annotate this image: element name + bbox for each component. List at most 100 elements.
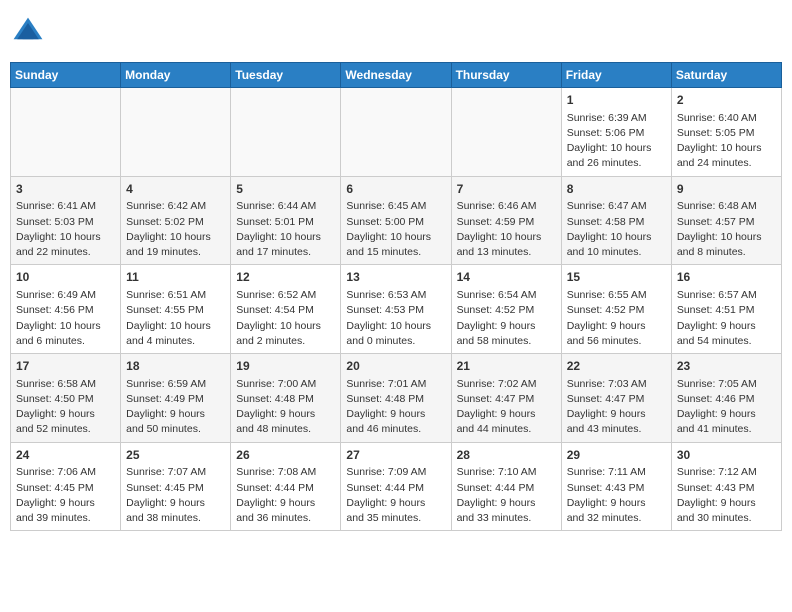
day-info: Sunrise: 7:01 AM Sunset: 4:48 PM Dayligh… [346,377,445,438]
day-info: Sunrise: 6:42 AM Sunset: 5:02 PM Dayligh… [126,199,225,260]
calendar-cell: 17 Sunrise: 6:58 AM Sunset: 4:50 PM Dayli… [11,354,121,443]
day-info: Sunrise: 7:08 AM Sunset: 4:44 PM Dayligh… [236,465,335,526]
calendar-cell: 22 Sunrise: 7:03 AM Sunset: 4:47 PM Dayli… [561,354,671,443]
day-number: 23 [677,358,776,375]
day-info: Sunrise: 7:07 AM Sunset: 4:45 PM Dayligh… [126,465,225,526]
calendar-cell [341,88,451,177]
calendar-cell: 28Sunrise: 7:10 AM Sunset: 4:44 PM Dayli… [451,442,561,531]
day-number: 4 [126,181,225,198]
day-number: 17 [16,358,115,375]
day-number: 25 [126,447,225,464]
day-info: Sunrise: 6:47 AM Sunset: 4:58 PM Dayligh… [567,199,666,260]
calendar-cell: 19Sunrise: 7:00 AM Sunset: 4:48 PM Dayli… [231,354,341,443]
day-number: 12 [236,269,335,286]
calendar-cell: 8Sunrise: 6:47 AM Sunset: 4:58 PM Daylig… [561,176,671,265]
day-info: Sunrise: 6:55 AM Sunset: 4:52 PM Dayligh… [567,288,666,349]
calendar-cell: 24Sunrise: 7:06 AM Sunset: 4:45 PM Dayli… [11,442,121,531]
day-info: Sunrise: 7:12 AM Sunset: 4:43 PM Dayligh… [677,465,776,526]
day-info: Sunrise: 7:05 AM Sunset: 4:46 PM Dayligh… [677,377,776,438]
weekday-header: Sunday [11,63,121,88]
calendar-week-row: 3Sunrise: 6:41 AM Sunset: 5:03 PM Daylig… [11,176,782,265]
calendar-cell: 2 Sunrise: 6:40 AM Sunset: 5:05 PM Daylig… [671,88,781,177]
calendar-cell: 7Sunrise: 6:46 AM Sunset: 4:59 PM Daylig… [451,176,561,265]
day-info: Sunrise: 6:48 AM Sunset: 4:57 PM Dayligh… [677,199,776,260]
calendar-cell: 20 Sunrise: 7:01 AM Sunset: 4:48 PM Dayli… [341,354,451,443]
day-info: Sunrise: 7:02 AM Sunset: 4:47 PM Dayligh… [457,377,556,438]
calendar-cell: 21 Sunrise: 7:02 AM Sunset: 4:47 PM Dayli… [451,354,561,443]
day-number: 30 [677,447,776,464]
day-number: 21 [457,358,556,375]
calendar-cell: 11 Sunrise: 6:51 AM Sunset: 4:55 PM Dayli… [121,265,231,354]
day-info: Sunrise: 6:59 AM Sunset: 4:49 PM Dayligh… [126,377,225,438]
weekday-header: Tuesday [231,63,341,88]
day-info: Sunrise: 6:40 AM Sunset: 5:05 PM Dayligh… [677,111,776,172]
day-number: 18 [126,358,225,375]
weekday-header: Saturday [671,63,781,88]
day-info: Sunrise: 7:11 AM Sunset: 4:43 PM Dayligh… [567,465,666,526]
day-number: 2 [677,92,776,109]
logo-icon [10,14,46,50]
day-info: Sunrise: 6:45 AM Sunset: 5:00 PM Dayligh… [346,199,445,260]
day-number: 15 [567,269,666,286]
day-info: Sunrise: 7:00 AM Sunset: 4:48 PM Dayligh… [236,377,335,438]
day-info: Sunrise: 6:39 AM Sunset: 5:06 PM Dayligh… [567,111,666,172]
calendar-table: SundayMondayTuesdayWednesdayThursdayFrid… [10,62,782,531]
logo [10,14,50,50]
weekday-header: Friday [561,63,671,88]
day-number: 8 [567,181,666,198]
day-number: 1 [567,92,666,109]
calendar-week-row: 10Sunrise: 6:49 AM Sunset: 4:56 PM Dayli… [11,265,782,354]
calendar-cell [231,88,341,177]
day-number: 22 [567,358,666,375]
calendar-cell: 26Sunrise: 7:08 AM Sunset: 4:44 PM Dayli… [231,442,341,531]
day-number: 5 [236,181,335,198]
day-info: Sunrise: 6:54 AM Sunset: 4:52 PM Dayligh… [457,288,556,349]
day-number: 10 [16,269,115,286]
calendar-cell: 9Sunrise: 6:48 AM Sunset: 4:57 PM Daylig… [671,176,781,265]
calendar-cell: 15 Sunrise: 6:55 AM Sunset: 4:52 PM Dayli… [561,265,671,354]
day-info: Sunrise: 6:57 AM Sunset: 4:51 PM Dayligh… [677,288,776,349]
calendar-header-row: SundayMondayTuesdayWednesdayThursdayFrid… [11,63,782,88]
calendar-cell: 4Sunrise: 6:42 AM Sunset: 5:02 PM Daylig… [121,176,231,265]
weekday-header: Wednesday [341,63,451,88]
day-number: 24 [16,447,115,464]
day-info: Sunrise: 7:03 AM Sunset: 4:47 PM Dayligh… [567,377,666,438]
day-info: Sunrise: 6:52 AM Sunset: 4:54 PM Dayligh… [236,288,335,349]
day-number: 7 [457,181,556,198]
day-number: 3 [16,181,115,198]
day-number: 6 [346,181,445,198]
day-info: Sunrise: 6:46 AM Sunset: 4:59 PM Dayligh… [457,199,556,260]
calendar-cell: 14 Sunrise: 6:54 AM Sunset: 4:52 PM Dayli… [451,265,561,354]
calendar-cell: 18 Sunrise: 6:59 AM Sunset: 4:49 PM Dayli… [121,354,231,443]
calendar-cell: 16Sunrise: 6:57 AM Sunset: 4:51 PM Dayli… [671,265,781,354]
day-number: 26 [236,447,335,464]
day-number: 20 [346,358,445,375]
day-number: 13 [346,269,445,286]
day-info: Sunrise: 6:58 AM Sunset: 4:50 PM Dayligh… [16,377,115,438]
calendar-cell: 3Sunrise: 6:41 AM Sunset: 5:03 PM Daylig… [11,176,121,265]
calendar-cell [11,88,121,177]
day-number: 9 [677,181,776,198]
calendar-cell: 27Sunrise: 7:09 AM Sunset: 4:44 PM Dayli… [341,442,451,531]
day-info: Sunrise: 7:06 AM Sunset: 4:45 PM Dayligh… [16,465,115,526]
day-number: 11 [126,269,225,286]
day-info: Sunrise: 7:10 AM Sunset: 4:44 PM Dayligh… [457,465,556,526]
calendar-cell: 13 Sunrise: 6:53 AM Sunset: 4:53 PM Dayli… [341,265,451,354]
day-info: Sunrise: 7:09 AM Sunset: 4:44 PM Dayligh… [346,465,445,526]
calendar-week-row: 17 Sunrise: 6:58 AM Sunset: 4:50 PM Dayli… [11,354,782,443]
calendar-cell: 30Sunrise: 7:12 AM Sunset: 4:43 PM Dayli… [671,442,781,531]
calendar-cell: 23 Sunrise: 7:05 AM Sunset: 4:46 PM Dayli… [671,354,781,443]
calendar-cell: 5Sunrise: 6:44 AM Sunset: 5:01 PM Daylig… [231,176,341,265]
weekday-header: Thursday [451,63,561,88]
calendar-cell [121,88,231,177]
calendar-week-row: 1 Sunrise: 6:39 AM Sunset: 5:06 PM Daylig… [11,88,782,177]
day-info: Sunrise: 6:51 AM Sunset: 4:55 PM Dayligh… [126,288,225,349]
day-info: Sunrise: 6:53 AM Sunset: 4:53 PM Dayligh… [346,288,445,349]
weekday-header: Monday [121,63,231,88]
calendar-cell: 12 Sunrise: 6:52 AM Sunset: 4:54 PM Dayli… [231,265,341,354]
day-number: 14 [457,269,556,286]
calendar-cell: 1 Sunrise: 6:39 AM Sunset: 5:06 PM Daylig… [561,88,671,177]
day-number: 27 [346,447,445,464]
calendar-cell: 6Sunrise: 6:45 AM Sunset: 5:00 PM Daylig… [341,176,451,265]
calendar-cell: 10Sunrise: 6:49 AM Sunset: 4:56 PM Dayli… [11,265,121,354]
